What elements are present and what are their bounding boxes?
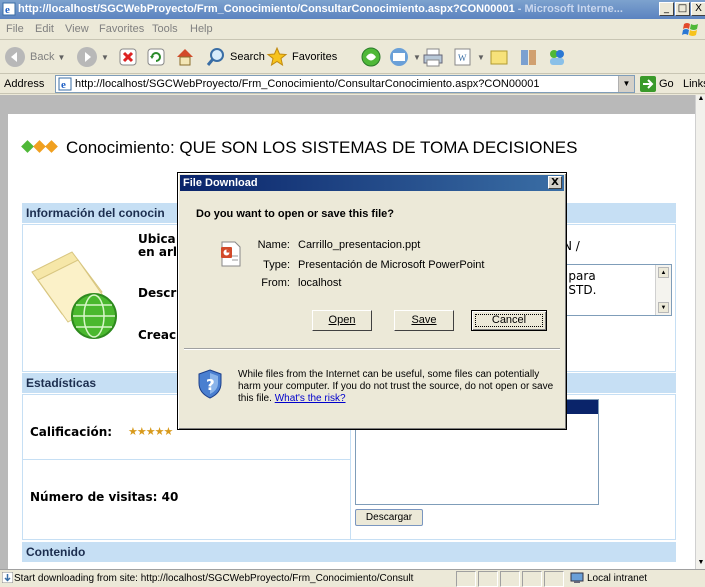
file-download-dialog: File Download X Do you want to open or s…: [177, 172, 567, 430]
scroll-down-icon[interactable]: ▼: [696, 559, 705, 569]
powerpoint-file-icon: [221, 241, 241, 267]
visitas-label: Número de visitas: 40: [30, 490, 179, 504]
media-button[interactable]: [360, 44, 382, 70]
close-window-button[interactable]: X: [691, 2, 705, 16]
address-dropdown-arrow[interactable]: ▼: [618, 76, 634, 92]
go-button[interactable]: Go: [640, 76, 674, 92]
ie-logo-icon: e: [2, 2, 16, 16]
page-icon: e: [58, 77, 72, 91]
save-button[interactable]: Save: [394, 310, 454, 331]
print-button[interactable]: [422, 44, 444, 70]
favorites-star-icon: [266, 46, 288, 67]
scroll-down-icon[interactable]: ▼: [658, 302, 669, 313]
refresh-button[interactable]: [146, 44, 166, 70]
intranet-icon: [570, 572, 584, 583]
menu-help[interactable]: Help: [190, 23, 213, 35]
messenger-icon: [550, 50, 564, 65]
back-arrow-icon: [5, 47, 25, 67]
menu-file[interactable]: File: [6, 23, 24, 35]
back-button[interactable]: Back ▼: [4, 44, 65, 70]
edit-button[interactable]: W ▼: [452, 44, 485, 70]
home-icon: [177, 49, 193, 66]
home-button[interactable]: [174, 44, 196, 70]
status-bar: Start downloading from site: http://loca…: [0, 569, 705, 587]
links-toolbar[interactable]: Links: [683, 78, 705, 90]
textarea-scrollbar[interactable]: ▲ ▼: [655, 265, 671, 315]
rating-stars-icon: ★★★★★: [128, 425, 173, 438]
security-warning-text: While files from the Internet can be use…: [238, 369, 554, 404]
open-button[interactable]: Open: [312, 310, 372, 331]
page-scrollbar[interactable]: ▲ ▼: [695, 95, 705, 569]
window-titlebar: e http://localhost/SGCWebProyecto/Frm_Co…: [0, 0, 705, 19]
menu-view[interactable]: View: [65, 23, 89, 35]
stop-icon: [119, 48, 137, 66]
status-panel: [544, 571, 564, 587]
descripcion-label: Descr: [138, 286, 177, 300]
stop-button[interactable]: [118, 44, 138, 70]
word-doc-icon: W: [454, 48, 471, 66]
menu-bar: File Edit View Favorites Tools Help: [0, 19, 705, 40]
standard-toolbar: Back ▼ ▼ Search Favorites ▼ W ▼: [0, 40, 705, 74]
dialog-separator: [184, 348, 560, 350]
svg-text:e: e: [61, 79, 66, 91]
search-button[interactable]: Search: [206, 44, 265, 70]
windows-flag-icon: [682, 23, 698, 36]
download-status-icon: [2, 572, 13, 583]
dialog-title: File Download: [183, 177, 258, 189]
dialog-question: Do you want to open or save this file?: [196, 208, 395, 220]
messenger-button[interactable]: [546, 44, 568, 70]
calificacion-label: Calificación:: [30, 425, 113, 439]
scroll-up-icon[interactable]: ▲: [696, 95, 705, 105]
ubicacion-label: Ubica: [138, 232, 176, 246]
menu-favorites[interactable]: Favorites: [99, 23, 144, 35]
status-panel: [456, 571, 476, 587]
print-icon: [423, 48, 443, 67]
minimize-button[interactable]: _: [659, 2, 674, 16]
menu-edit[interactable]: Edit: [35, 23, 54, 35]
section-header-content: Contenido: [22, 542, 676, 562]
dialog-titlebar: File Download X: [180, 175, 564, 191]
favorites-button[interactable]: Favorites: [266, 44, 337, 70]
media-icon: [361, 47, 381, 67]
forward-button[interactable]: ▼: [76, 44, 109, 70]
note-icon: [490, 50, 508, 65]
address-input[interactable]: e http://localhost/SGCWebProyecto/Frm_Co…: [55, 75, 635, 93]
svg-text:e: e: [5, 4, 10, 16]
svg-text:?: ?: [206, 376, 215, 394]
window-title: http://localhost/SGCWebProyecto/Frm_Cono…: [18, 3, 623, 15]
search-icon: [206, 48, 224, 66]
refresh-icon: [147, 48, 165, 66]
security-zone: Local intranet: [570, 572, 647, 584]
status-text: Start downloading from site: http://loca…: [14, 573, 414, 584]
address-label: Address: [4, 78, 45, 90]
forward-arrow-icon: [77, 47, 97, 67]
dialog-close-button[interactable]: X: [548, 176, 562, 189]
document-globe-icon: [31, 251, 117, 339]
discuss-button[interactable]: [488, 44, 510, 70]
descargar-button[interactable]: Descargar: [355, 509, 423, 526]
creacion-label: Creac: [138, 328, 177, 342]
cancel-button[interactable]: Cancel: [471, 310, 547, 331]
address-bar: Address e http://localhost/SGCWebProyect…: [0, 74, 705, 94]
scroll-up-icon[interactable]: ▲: [658, 267, 669, 278]
page-title: Conocimiento: QUE SON LOS SISTEMAS DE TO…: [66, 138, 578, 157]
mail-icon: [390, 48, 408, 66]
whats-the-risk-link[interactable]: What's the risk?: [275, 393, 346, 404]
history-button[interactable]: ▼: [388, 44, 421, 70]
svg-text:W: W: [458, 53, 467, 63]
research-icon: [521, 50, 536, 65]
en-archivo-label: en arl: [138, 245, 177, 259]
status-panel: [478, 571, 498, 587]
stats-divider: [22, 459, 350, 460]
research-button[interactable]: [518, 44, 540, 70]
security-shield-icon: ?: [198, 369, 222, 399]
heading-diamonds-icon: [21, 140, 59, 154]
menu-tools[interactable]: Tools: [152, 23, 178, 35]
maximize-button[interactable]: □: [675, 2, 690, 16]
status-panel: [522, 571, 542, 587]
go-arrow-icon: [640, 76, 656, 92]
status-panel: [500, 571, 520, 587]
